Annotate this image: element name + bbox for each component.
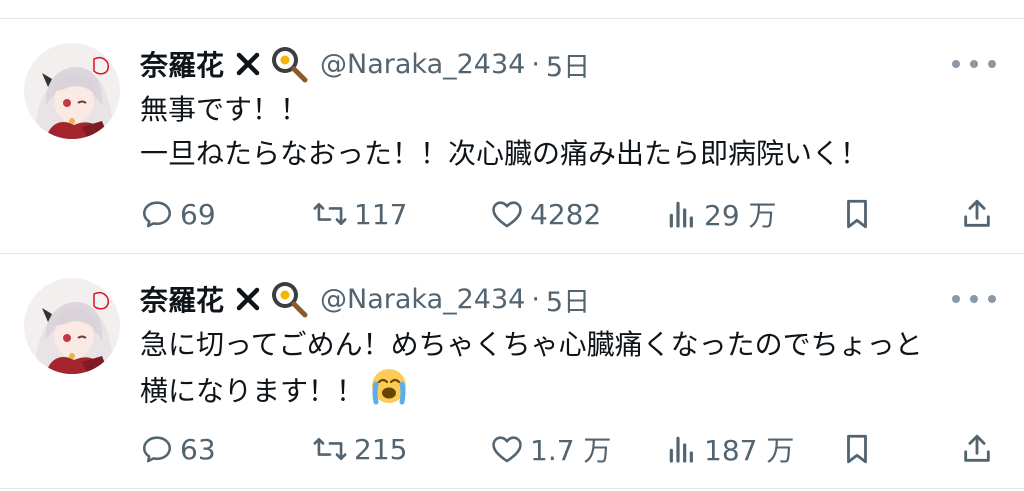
share-button[interactable] [960,192,994,236]
crying-emoji-icon [370,367,408,418]
views-count: 187 万 [704,434,795,467]
tweet-text: 急に切ってごめん！めちゃくちゃ心臓痛くなったのでちょっと 横になります！！ [140,323,923,418]
tweet-line: 急に切ってごめん！めちゃくちゃ心臓痛くなったのでちょっと [140,328,923,361]
views-icon [669,201,693,228]
retweet-count: 215 [354,432,408,466]
action-bar: 63 215 1.7 万 187 万 [140,427,1000,471]
share-button[interactable] [960,427,994,471]
tweet-header: 奈羅花 @Naraka_2434 · 5日 [140,279,590,319]
bookmark-icon [847,434,867,464]
like-icon [492,436,522,463]
like-icon [492,201,522,228]
frying-pan-icon [270,45,308,83]
reply-icon [142,201,172,228]
action-bar: 69 117 4282 29 万 [140,192,1000,236]
top-divider [0,18,1024,19]
like-button[interactable]: 4282 [490,192,601,236]
views-count: 29 万 [704,199,777,232]
views-icon [669,436,693,463]
like-count: 4282 [530,197,602,231]
tweet-divider [0,253,1024,254]
handle[interactable]: @Naraka_2434 [320,284,525,315]
like-button[interactable]: 1.7 万 [490,427,611,471]
like-count: 1.7 万 [530,434,612,467]
avatar[interactable] [24,43,120,139]
reply-icon [142,436,172,463]
frying-pan-icon [270,280,308,318]
bookmark-button[interactable] [842,427,872,471]
views-button[interactable]: 29 万 [666,192,777,236]
tweet-text: 無事です！！ 一旦ねたらなおった！！次心臓の痛み出たら即病院いく！ [140,88,868,176]
reply-count: 69 [180,197,216,231]
reply-button[interactable]: 63 [140,427,216,471]
timestamp[interactable]: 5日 [546,280,590,319]
tweet[interactable]: 奈羅花 @Naraka_2434 · 5日 無事です！！ 一旦ねたらなおった！！… [0,20,1024,252]
avatar[interactable] [24,278,120,374]
more-icon[interactable] [952,285,996,313]
bottom-divider [0,488,1024,489]
tweet[interactable]: 奈羅花 @Naraka_2434 · 5日 急に切ってごめん！めちゃくちゃ心臓痛… [0,255,1024,487]
retweet-count: 117 [354,197,408,231]
timestamp[interactable]: 5日 [546,45,590,84]
separator: · [531,48,540,80]
handle[interactable]: @Naraka_2434 [320,49,525,80]
more-icon[interactable] [952,50,996,78]
x-mark-icon [236,52,260,76]
tweet-line: 無事です！！ [140,93,309,126]
reply-button[interactable]: 69 [140,192,216,236]
retweet-button[interactable]: 117 [312,192,407,236]
bookmark-button[interactable] [842,192,872,236]
share-icon [964,434,990,462]
views-button[interactable]: 187 万 [666,427,794,471]
retweet-icon [313,437,347,461]
tweet-line: 一旦ねたらなおった！！次心臓の痛み出たら即病院いく！ [140,137,869,170]
share-icon [964,199,990,227]
x-mark-icon [236,287,260,311]
retweet-icon [313,202,347,226]
display-name[interactable]: 奈羅花 [140,279,224,319]
separator: · [531,283,540,315]
reply-count: 63 [180,432,216,466]
tweet-line: 横になります！！ [140,374,365,408]
bookmark-icon [847,199,867,229]
retweet-button[interactable]: 215 [312,427,407,471]
tweet-line-with-emoji: 横になります！！ [140,367,923,418]
display-name[interactable]: 奈羅花 [140,44,224,84]
tweet-header: 奈羅花 @Naraka_2434 · 5日 [140,44,590,84]
